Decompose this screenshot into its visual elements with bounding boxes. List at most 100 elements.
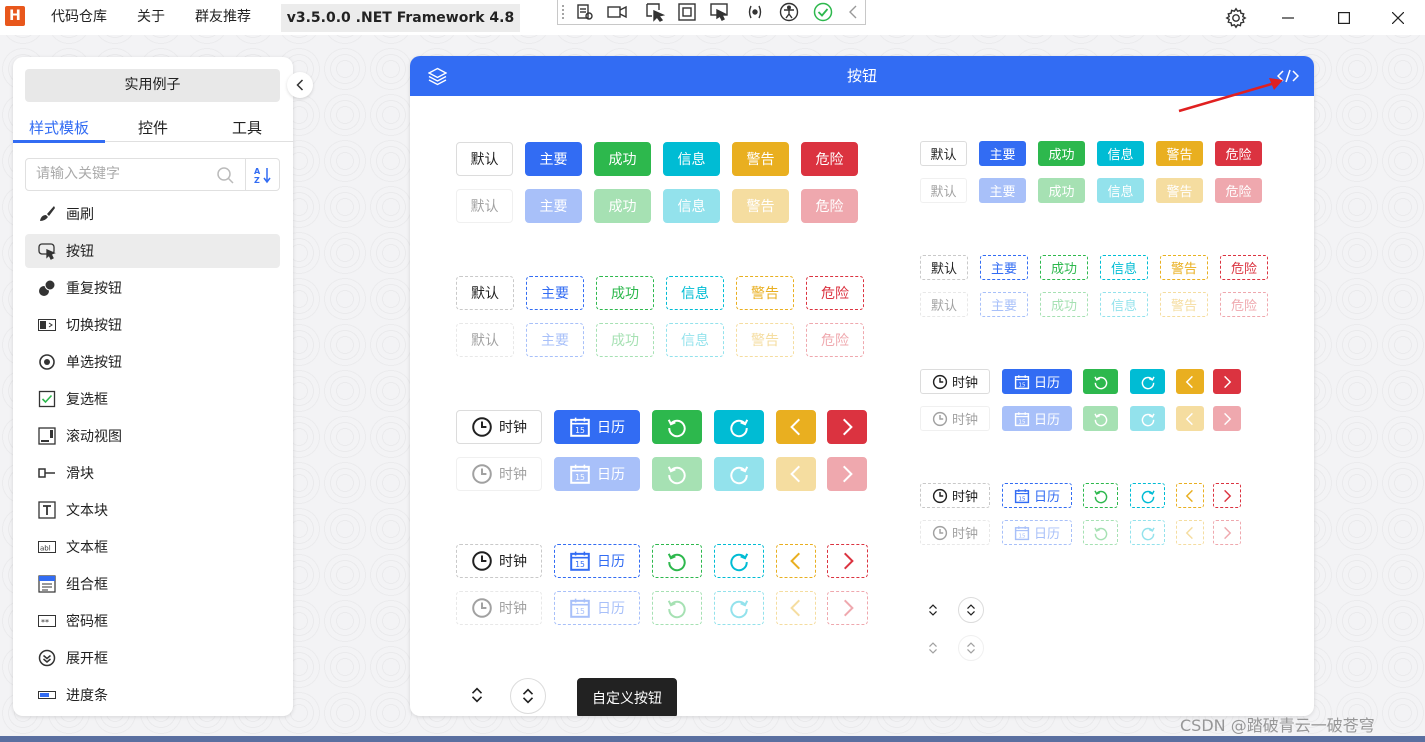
button-label: 警告 — [751, 286, 779, 302]
sort-button[interactable]: AZ — [245, 158, 280, 191]
calendar-button[interactable]: 15 日历 — [1002, 369, 1072, 394]
sidebar-item-label: 进度条 — [66, 688, 108, 704]
close-icon[interactable] — [1375, 0, 1421, 35]
primary-button[interactable]: 主要 — [526, 276, 584, 310]
previous-button[interactable] — [776, 410, 816, 444]
examples-button[interactable]: 实用例子 — [25, 69, 280, 102]
danger-button[interactable]: 危险 — [1220, 255, 1268, 280]
next-button[interactable] — [1213, 483, 1241, 508]
default-button[interactable]: 默认 — [456, 276, 514, 310]
primary-button[interactable]: 主要 — [980, 255, 1028, 280]
sidebar-item-toggle-button[interactable]: 切换按钮 — [25, 308, 280, 342]
rotate-right-button[interactable] — [714, 544, 764, 578]
accessibility-icon[interactable] — [778, 2, 800, 22]
success-button[interactable]: 成功 — [594, 142, 651, 176]
info-button[interactable]: 信息 — [666, 276, 724, 310]
sidebar-item-button[interactable]: 按钮 — [25, 234, 280, 268]
minimize-icon[interactable] — [1265, 0, 1311, 35]
menu-group-recommend[interactable]: 群友推荐 — [195, 0, 251, 35]
settings-gear-icon[interactable] — [1213, 0, 1259, 35]
rotate-right-button — [1130, 520, 1165, 545]
sidebar-item-scrollviewer[interactable]: 滚动视图 — [25, 419, 280, 453]
tab-tools[interactable]: 工具 — [201, 115, 293, 141]
warning-button[interactable]: 警告 — [1156, 141, 1203, 166]
calendar-button[interactable]: 15 日历 — [554, 544, 640, 578]
grip-icon[interactable] — [559, 2, 569, 22]
rotate-left-button[interactable] — [1083, 483, 1118, 508]
binding-failures-icon[interactable] — [744, 2, 766, 22]
danger-button[interactable]: 危险 — [1215, 141, 1262, 166]
rotate-left-button[interactable] — [1083, 369, 1118, 394]
previous-button[interactable] — [1176, 369, 1204, 394]
previous-button[interactable] — [1176, 483, 1204, 508]
collapse-panel-button[interactable] — [287, 72, 313, 98]
collapse-arrow-icon[interactable] — [842, 2, 864, 22]
warning-button[interactable]: 警告 — [732, 142, 789, 176]
sidebar-item-passwordbox[interactable]: ** 密码框 — [25, 604, 280, 638]
previous-button[interactable] — [776, 544, 816, 578]
select-element-icon[interactable] — [644, 2, 666, 22]
updown-large-button[interactable] — [460, 678, 494, 712]
sidebar-item-combobox[interactable]: 组合框 — [25, 567, 280, 601]
menu-code-repo[interactable]: 代码仓库 — [51, 0, 107, 35]
sidebar-item-brush[interactable]: 画刷 — [25, 197, 280, 231]
calendar-button[interactable]: 15 日历 — [1002, 483, 1072, 508]
rotate-right-button[interactable] — [1130, 369, 1165, 394]
warning-button[interactable]: 警告 — [1160, 255, 1208, 280]
rotate-right-button[interactable] — [714, 410, 764, 444]
warning-button[interactable]: 警告 — [736, 276, 794, 310]
primary-button[interactable]: 主要 — [525, 142, 582, 176]
sidebar-item-repeat-button[interactable]: 重复按钮 — [25, 271, 280, 305]
calendar-button[interactable]: 15 日历 — [554, 410, 640, 444]
display-layout-icon[interactable] — [676, 2, 698, 22]
rotate-right-button[interactable] — [1130, 483, 1165, 508]
button-label: 危险 — [1225, 185, 1252, 200]
menu-about[interactable]: 关于 — [137, 0, 165, 35]
next-button[interactable] — [1213, 369, 1241, 394]
info-button[interactable]: 信息 — [1097, 141, 1144, 166]
tab-controls[interactable]: 控件 — [107, 115, 199, 141]
clock-button[interactable]: 时钟 — [920, 369, 990, 394]
record-icon[interactable] — [606, 2, 628, 22]
danger-button[interactable]: 危险 — [801, 142, 858, 176]
sidebar-item-progressbar[interactable]: 进度条 — [25, 678, 280, 712]
sidebar-item-slider[interactable]: 滑块 — [25, 456, 280, 490]
updown-button[interactable] — [920, 597, 946, 623]
primary-button[interactable]: 主要 — [979, 141, 1026, 166]
tab-style-templates[interactable]: 样式模板 — [13, 115, 105, 141]
danger-button[interactable]: 危险 — [806, 276, 864, 310]
clock-button[interactable]: 时钟 — [920, 483, 990, 508]
sidebar-item-label: 文本框 — [66, 540, 108, 556]
sidebar-item-textbox[interactable]: abl 文本框 — [25, 530, 280, 564]
default-button[interactable]: 默认 — [456, 142, 513, 176]
check-icon[interactable] — [812, 2, 834, 22]
maximize-icon[interactable] — [1321, 0, 1367, 35]
default-button[interactable]: 默认 — [920, 255, 968, 280]
default-button[interactable]: 默认 — [920, 141, 967, 166]
sidebar-item-textblock[interactable]: 文本块 — [25, 493, 280, 527]
success-button[interactable]: 成功 — [1040, 255, 1088, 280]
rotate-left-button — [652, 591, 702, 625]
updown-large-circle-button[interactable] — [510, 678, 546, 714]
clock-button[interactable]: 时钟 — [456, 544, 542, 578]
sidebar-item-checkbox[interactable]: 复选框 — [25, 382, 280, 416]
next-button[interactable] — [827, 410, 867, 444]
track-focus-icon[interactable] — [708, 2, 730, 22]
rotate-left-button[interactable] — [652, 410, 702, 444]
success-button[interactable]: 成功 — [1038, 141, 1085, 166]
info-button[interactable]: 信息 — [1100, 255, 1148, 280]
next-button[interactable] — [827, 544, 868, 578]
updown-circle-button[interactable] — [958, 597, 984, 623]
sidebar-item-expander[interactable]: 展开框 — [25, 641, 280, 675]
clock-button[interactable]: 时钟 — [456, 410, 542, 444]
search-input[interactable]: 请输入关键字 — [25, 158, 246, 191]
custom-button[interactable]: 自定义按钮 — [577, 678, 677, 716]
sidebar-item-radio-button[interactable]: 单选按钮 — [25, 345, 280, 379]
clock-button: 时钟 — [920, 520, 990, 545]
button-label: 时钟 — [951, 376, 978, 391]
info-button[interactable]: 信息 — [663, 142, 720, 176]
live-tree-icon[interactable] — [574, 2, 596, 22]
success-button[interactable]: 成功 — [596, 276, 654, 310]
rotate-left-icon — [667, 553, 686, 572]
rotate-left-button[interactable] — [652, 544, 702, 578]
